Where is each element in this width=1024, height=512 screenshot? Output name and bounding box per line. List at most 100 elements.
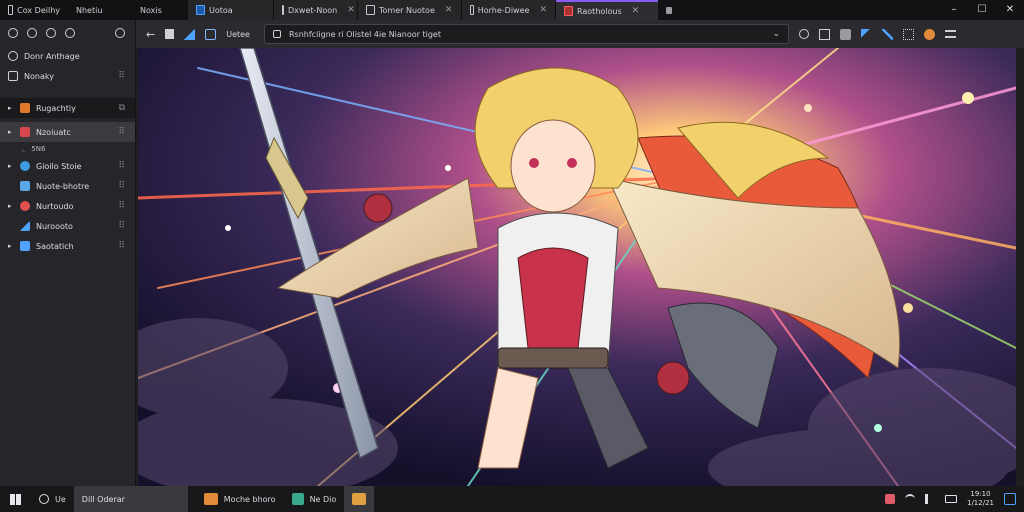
folder-icon <box>20 103 30 113</box>
brush-icon[interactable] <box>860 28 872 40</box>
menu-icon[interactable] <box>944 30 956 38</box>
sidebar-item-6[interactable]: ▸ Nurtoudo ⠿ <box>0 196 135 216</box>
notification-icon[interactable] <box>1004 493 1016 505</box>
clock[interactable]: 19:10 1/12/21 <box>967 490 994 508</box>
tab-4[interactable]: Dxwet-Noon ✕ <box>274 0 358 20</box>
tab-5[interactable]: Tomer Nuotoe ✕ <box>358 0 462 20</box>
tab-strip: Cox Deilhy Nhetiu Noxis Uotoa Dxwet-Noon… <box>0 0 1024 20</box>
close-button[interactable]: ✕ <box>996 0 1024 20</box>
maximize-button[interactable]: ☐ <box>968 0 996 20</box>
taskbar-search[interactable]: Dill Oderar <box>73 486 188 512</box>
bookmark-icon <box>8 51 18 61</box>
profile-icon[interactable] <box>923 28 935 40</box>
chat-icon <box>39 494 49 504</box>
image-viewer-icon <box>352 493 367 505</box>
sidebar: Donr Anthage Nonaky ⠿ ▸ Rugachtiy ⧉ ▸ Nz… <box>0 20 136 486</box>
chat-button[interactable]: Ue <box>31 486 74 512</box>
refresh-icon[interactable] <box>8 28 18 38</box>
chevron-right-icon[interactable]: ▸ <box>8 162 14 170</box>
tag-icon[interactable] <box>205 28 217 40</box>
folder-icon <box>666 6 672 14</box>
close-icon[interactable]: ✕ <box>347 5 355 15</box>
chevron-right-icon[interactable]: ▸ <box>8 104 14 112</box>
sidebar-item-3[interactable]: ▸ Nzoiuatc ⠿ <box>0 122 135 142</box>
chevron-right-icon[interactable]: ▸ <box>8 202 14 210</box>
film-icon <box>20 181 30 191</box>
network-icon[interactable] <box>885 494 895 504</box>
volume-icon[interactable] <box>925 494 935 504</box>
windows-icon <box>10 493 21 505</box>
close-icon[interactable]: ✕ <box>539 5 547 15</box>
drag-handle-icon[interactable]: ⠿ <box>118 241 125 251</box>
anime-artwork <box>138 48 1016 486</box>
save-icon[interactable] <box>165 29 175 39</box>
taskbar-app-2[interactable] <box>344 486 375 512</box>
sync-icon[interactable] <box>27 28 37 38</box>
sidebar-item-8[interactable]: ▸ Saotatich ⠿ <box>0 236 135 256</box>
tab-1[interactable]: Nhetiu <box>68 0 132 20</box>
drag-handle-icon[interactable]: ⠿ <box>118 221 125 231</box>
globe-icon <box>20 161 30 171</box>
clock-icon[interactable] <box>115 28 125 38</box>
image-viewport[interactable] <box>138 48 1016 486</box>
chevron-right-icon[interactable]: ▸ <box>8 128 14 136</box>
image-icon <box>20 127 30 137</box>
sidebar-item-0[interactable]: Donr Anthage <box>0 46 135 66</box>
drag-handle-icon[interactable]: ⠿ <box>118 201 125 211</box>
sidebar-item-4[interactable]: ▸ Gioilo Stoie ⠿ <box>0 156 135 176</box>
minimize-button[interactable]: – <box>940 0 968 20</box>
close-icon[interactable]: ✕ <box>632 6 640 16</box>
wifi-icon[interactable] <box>905 494 915 504</box>
tab-7-active[interactable]: Raotholous ✕ <box>556 0 658 20</box>
back-button[interactable]: ← <box>146 28 155 41</box>
history-icon[interactable] <box>46 28 56 38</box>
grid-icon[interactable] <box>902 28 914 40</box>
taskbar: Ue Dill Oderar Moche bhoro Ne Dio 19:10 … <box>0 486 1024 512</box>
sidebar-item-5[interactable]: Nuote-bhotre ⠿ <box>0 176 135 196</box>
sidebar-item-1[interactable]: Nonaky ⠿ <box>0 66 135 86</box>
sidebar-item-7[interactable]: Nuroooto ⠿ <box>0 216 135 236</box>
drag-handle-icon[interactable]: ⠿ <box>118 127 125 137</box>
tab-2[interactable]: Noxis <box>132 0 188 20</box>
window-controls: – ☐ ✕ <box>940 0 1024 20</box>
tab-6[interactable]: Horhe-Diwee ✕ <box>462 0 556 20</box>
record-icon <box>20 201 30 211</box>
document-icon <box>366 5 375 15</box>
print-icon[interactable] <box>839 28 851 40</box>
address-text: Rsnhfcligne ri Olistel 4ie Nianoor tiget <box>288 29 441 39</box>
app-teal-icon <box>291 493 304 505</box>
download-icon[interactable] <box>65 28 75 38</box>
battery-icon[interactable] <box>945 495 957 503</box>
copy-icon[interactable]: ⧉ <box>119 103 125 113</box>
drag-handle-icon[interactable]: ⠿ <box>118 181 125 191</box>
tab-label: Uetee <box>226 29 250 39</box>
lock-icon <box>272 30 281 38</box>
taskbar-app-1[interactable]: Ne Dio <box>284 486 345 512</box>
drag-handle-icon[interactable]: ⠿ <box>118 161 125 171</box>
screenshot-icon[interactable] <box>818 28 830 40</box>
address-bar[interactable]: Rsnhfcligne ri Olistel 4ie Nianoor tiget… <box>263 24 789 44</box>
chevron-down-icon[interactable]: ⌄ <box>772 29 780 39</box>
extension-icon[interactable] <box>798 29 809 39</box>
chevron-right-icon[interactable]: ▸ <box>8 242 14 250</box>
edit-icon[interactable] <box>881 28 893 40</box>
navigation-bar: ← Uetee Rsnhfcligne ri Olistel 4ie Niano… <box>136 20 1024 48</box>
tab-3[interactable]: Uotoa <box>188 0 274 20</box>
document-icon <box>196 5 205 15</box>
sidebar-toolbar <box>0 20 135 46</box>
taskbar-app-0[interactable]: Moche bhoro <box>196 486 284 512</box>
sidebar-item-2[interactable]: ▸ Rugachtiy ⧉ <box>0 98 135 118</box>
system-tray: 19:10 1/12/21 <box>885 490 1024 508</box>
branch-icon: ⌞ <box>22 145 26 153</box>
tab-0[interactable]: Cox Deilhy <box>0 0 68 20</box>
app-orange-icon <box>203 493 218 505</box>
sidebar-subitem[interactable]: ⌞ 5N6 <box>0 142 135 156</box>
document-icon <box>564 6 573 16</box>
chart-icon <box>20 221 30 231</box>
chart-icon[interactable] <box>184 28 196 40</box>
drag-handle-icon[interactable]: ⠿ <box>118 71 125 81</box>
monitor-icon <box>8 71 18 81</box>
close-icon[interactable]: ✕ <box>445 5 453 15</box>
start-button[interactable] <box>0 486 31 512</box>
new-tab-button[interactable] <box>658 0 680 20</box>
